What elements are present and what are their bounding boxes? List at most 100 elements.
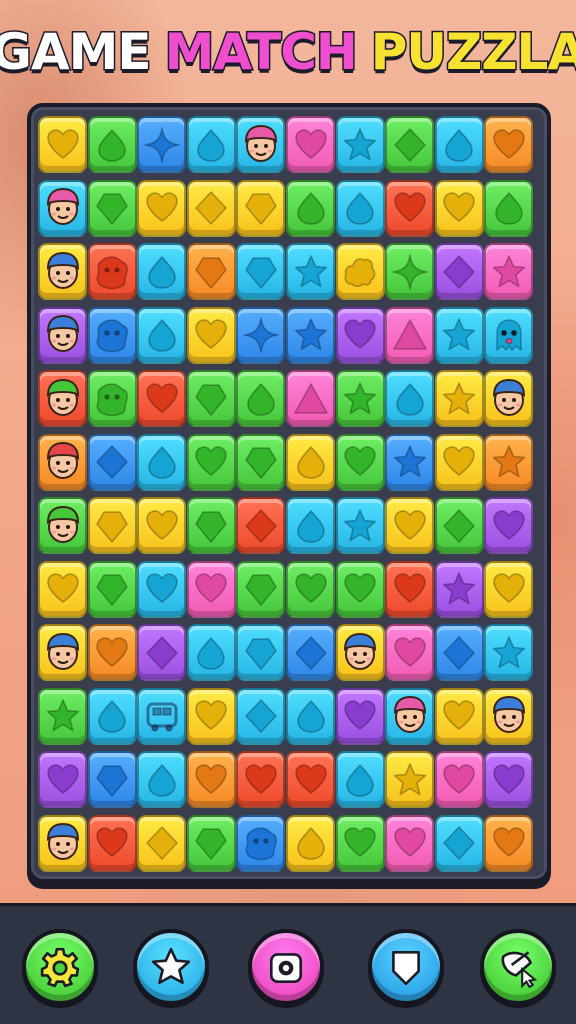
tile-pink-star[interactable]: [484, 243, 534, 300]
tile-yellow-face[interactable]: [38, 624, 87, 681]
tile-green-heart[interactable]: [335, 560, 385, 618]
tile-cyan-gem[interactable]: [236, 624, 286, 681]
tile-green-gem[interactable]: [87, 560, 137, 618]
tile-purple-diamond[interactable]: [137, 624, 187, 681]
tile-yellow-heart[interactable]: [186, 306, 236, 364]
tile-yellow-face[interactable]: [38, 814, 87, 872]
tile-cyan-drop[interactable]: [286, 687, 335, 745]
tile-red-heart[interactable]: [137, 370, 187, 427]
tile-yellow-drop[interactable]: [286, 433, 335, 491]
tile-cyan-heart[interactable]: [137, 560, 187, 618]
tile-yellow-heart[interactable]: [434, 687, 484, 745]
tile-cyan-drop[interactable]: [137, 751, 187, 808]
tile-cyan-diamond[interactable]: [236, 687, 286, 745]
tile-yellow-face[interactable]: [484, 687, 534, 745]
tile-yellow-heart[interactable]: [137, 497, 187, 554]
tile-cyan-bus[interactable]: [137, 687, 187, 745]
tile-pink-heart[interactable]: [186, 560, 236, 618]
tile-yellow-gem[interactable]: [87, 497, 137, 554]
tile-cyan-drop[interactable]: [335, 179, 385, 237]
tile-blue-star[interactable]: [286, 306, 335, 364]
tile-yellow-face[interactable]: [38, 243, 87, 300]
tile-cyan-drop[interactable]: [335, 751, 385, 808]
tile-cyan-drop[interactable]: [434, 116, 484, 173]
tile-green-gem[interactable]: [87, 179, 137, 237]
tile-green-sparkle[interactable]: [385, 243, 435, 300]
tile-red-heart[interactable]: [385, 560, 435, 618]
tile-yellow-diamond[interactable]: [186, 179, 236, 237]
tile-yellow-cloud[interactable]: [335, 243, 385, 300]
tile-yellow-heart[interactable]: [385, 497, 435, 554]
tile-cyan-drop[interactable]: [137, 306, 187, 364]
tile-yellow-star[interactable]: [434, 370, 484, 427]
tile-green-gem[interactable]: [236, 560, 286, 618]
tile-blue-sparkle[interactable]: [137, 116, 187, 173]
tile-green-gem[interactable]: [236, 433, 286, 491]
tile-cyan-drop[interactable]: [186, 116, 236, 173]
favorites-button[interactable]: [133, 929, 209, 1005]
tile-pink-triangle[interactable]: [286, 370, 335, 427]
tile-yellow-face[interactable]: [484, 370, 534, 427]
tile-cyan-drop[interactable]: [137, 433, 187, 491]
tile-orange-heart[interactable]: [484, 116, 534, 173]
tile-red-heart[interactable]: [236, 751, 286, 808]
tile-cyan-face[interactable]: [385, 687, 435, 745]
tile-orange-heart[interactable]: [484, 814, 534, 872]
tile-green-drop[interactable]: [286, 179, 335, 237]
tile-red-blob[interactable]: [87, 243, 137, 300]
tile-green-star[interactable]: [38, 687, 87, 745]
tile-orange-heart[interactable]: [186, 751, 236, 808]
tile-green-heart[interactable]: [186, 433, 236, 491]
tile-red-heart[interactable]: [87, 814, 137, 872]
tile-purple-diamond[interactable]: [434, 243, 484, 300]
tile-green-drop[interactable]: [484, 179, 534, 237]
tile-cyan-ghost[interactable]: [484, 306, 534, 364]
tile-yellow-face[interactable]: [335, 624, 385, 681]
tile-orange-face[interactable]: [38, 433, 87, 491]
tile-yellow-heart[interactable]: [484, 560, 534, 618]
tile-cyan-face[interactable]: [38, 179, 87, 237]
tile-purple-heart[interactable]: [335, 306, 385, 364]
tile-cyan-drop[interactable]: [385, 370, 435, 427]
tile-blue-diamond[interactable]: [87, 433, 137, 491]
tile-cyan-star[interactable]: [335, 116, 385, 173]
tile-yellow-heart[interactable]: [434, 179, 484, 237]
tile-yellow-diamond[interactable]: [137, 814, 187, 872]
tile-yellow-heart[interactable]: [137, 179, 187, 237]
tile-cyan-drop[interactable]: [286, 497, 335, 554]
satellite-button[interactable]: [480, 929, 556, 1005]
tile-cyan-star[interactable]: [335, 497, 385, 554]
tile-orange-gem[interactable]: [186, 243, 236, 300]
settings-button[interactable]: [22, 929, 98, 1005]
tile-cyan-gem[interactable]: [236, 243, 286, 300]
tile-cyan-drop[interactable]: [186, 624, 236, 681]
tile-purple-heart[interactable]: [484, 751, 534, 808]
tile-red-diamond[interactable]: [236, 497, 286, 554]
tile-purple-star[interactable]: [434, 560, 484, 618]
tile-blue-gem[interactable]: [87, 751, 137, 808]
tile-yellow-heart[interactable]: [434, 433, 484, 491]
tile-orange-heart[interactable]: [87, 624, 137, 681]
tile-green-blob[interactable]: [87, 370, 137, 427]
tile-blue-diamond[interactable]: [286, 624, 335, 681]
tile-cyan-face[interactable]: [236, 116, 286, 173]
shield-button[interactable]: [368, 929, 444, 1005]
tile-blue-star[interactable]: [385, 433, 435, 491]
tile-purple-heart[interactable]: [484, 497, 534, 554]
camera-button[interactable]: [248, 929, 324, 1005]
tile-green-face[interactable]: [38, 497, 87, 554]
tile-red-heart[interactable]: [286, 751, 335, 808]
tile-pink-heart[interactable]: [385, 814, 435, 872]
tile-yellow-gem[interactable]: [236, 179, 286, 237]
tile-blue-blob[interactable]: [236, 814, 286, 872]
tile-red-heart[interactable]: [385, 179, 435, 237]
tile-blue-sparkle[interactable]: [236, 306, 286, 364]
tile-cyan-diamond[interactable]: [434, 814, 484, 872]
tile-purple-heart[interactable]: [335, 687, 385, 745]
tile-pink-heart[interactable]: [286, 116, 335, 173]
tile-pink-heart[interactable]: [434, 751, 484, 808]
tile-blue-blob[interactable]: [87, 306, 137, 364]
tile-purple-face[interactable]: [38, 306, 87, 364]
tile-pink-triangle[interactable]: [385, 306, 435, 364]
tile-green-gem[interactable]: [186, 497, 236, 554]
